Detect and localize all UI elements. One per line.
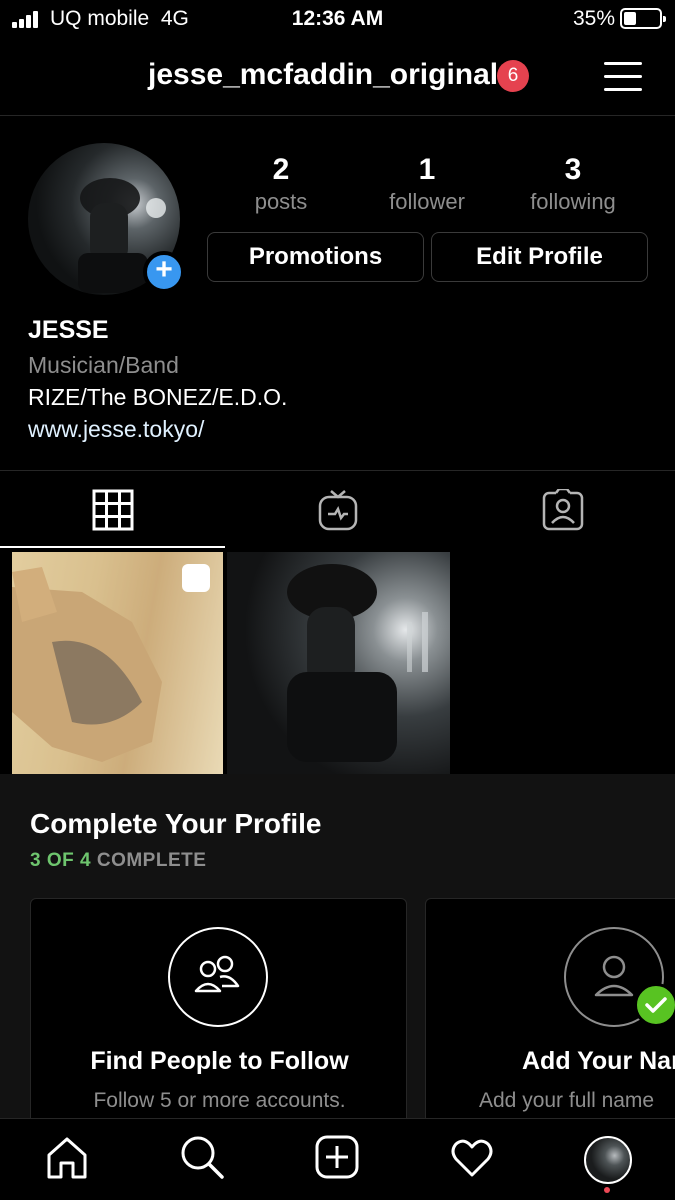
completed-check-icon — [634, 983, 675, 1027]
progress-count: 3 OF 4 — [30, 850, 92, 871]
following-label: following — [530, 189, 616, 214]
people-icon — [168, 927, 268, 1027]
posts-count: 2 — [272, 153, 290, 186]
promotions-button[interactable]: Promotions — [207, 232, 424, 282]
profile-category: Musician/Band — [28, 352, 179, 378]
following-stat[interactable]: 3 following — [498, 153, 648, 215]
edit-profile-button[interactable]: Edit Profile — [431, 232, 648, 282]
hamburger-menu-icon[interactable] — [604, 58, 644, 92]
bottom-navigation — [0, 1118, 675, 1200]
find-people-card[interactable]: Find People to Follow Follow 5 or more a… — [30, 898, 407, 1128]
complete-profile-section: Complete Your Profile 3 OF 4 COMPLETE Fi… — [0, 774, 675, 1128]
progress-suffix: COMPLETE — [91, 850, 207, 871]
complete-profile-progress: 3 OF 4 COMPLETE — [30, 850, 206, 872]
tab-grid[interactable] — [0, 471, 225, 551]
card-title: Find People to Follow — [90, 1047, 349, 1075]
post-thumbnail[interactable] — [227, 552, 450, 774]
posts-stat[interactable]: 2 posts — [206, 153, 356, 215]
profile-website-link[interactable]: www.jesse.tokyo/ — [28, 416, 204, 443]
card-subtitle: Add your full name — [479, 1089, 655, 1112]
tab-tagged[interactable] — [450, 471, 675, 551]
card-title: Add Your Name — [522, 1047, 675, 1075]
username-title[interactable]: jesse_mcfaddin_original — [148, 58, 498, 92]
followers-stat[interactable]: 1 follower — [352, 153, 502, 215]
profile-header: jesse_mcfaddin_original 6 — [0, 38, 675, 116]
following-count: 3 — [564, 153, 582, 186]
home-icon[interactable] — [43, 1133, 91, 1181]
profile-name: JESSE — [28, 316, 109, 344]
profile-tabs — [0, 470, 675, 550]
notification-dot — [604, 1187, 610, 1193]
activity-heart-icon[interactable] — [448, 1133, 496, 1181]
tagged-icon — [542, 489, 584, 531]
add-story-icon[interactable]: + — [143, 251, 185, 293]
add-name-card[interactable]: Add Your Name Add your full name — [425, 898, 675, 1128]
battery-percent: 35% — [572, 7, 615, 30]
post-thumbnail[interactable] — [12, 552, 223, 774]
grid-icon — [92, 489, 134, 531]
igtv-icon — [318, 490, 358, 531]
tab-igtv[interactable] — [225, 471, 450, 551]
status-bar: UQ mobile 4G 12:36 AM 35% — [0, 0, 675, 38]
profile-tab-avatar[interactable] — [584, 1136, 632, 1184]
followers-label: follower — [389, 189, 465, 214]
followers-count: 1 — [418, 153, 436, 186]
complete-profile-title: Complete Your Profile — [30, 808, 322, 839]
search-icon[interactable] — [178, 1133, 226, 1181]
new-post-icon[interactable] — [313, 1133, 361, 1181]
card-subtitle: Follow 5 or more accounts. — [93, 1089, 346, 1112]
profile-bio: RIZE/The BONEZ/E.D.O. — [28, 384, 288, 410]
battery-icon — [620, 8, 666, 29]
posts-label: posts — [254, 189, 308, 214]
notification-badge[interactable]: 6 — [497, 60, 529, 92]
active-tab-indicator — [0, 546, 225, 548]
